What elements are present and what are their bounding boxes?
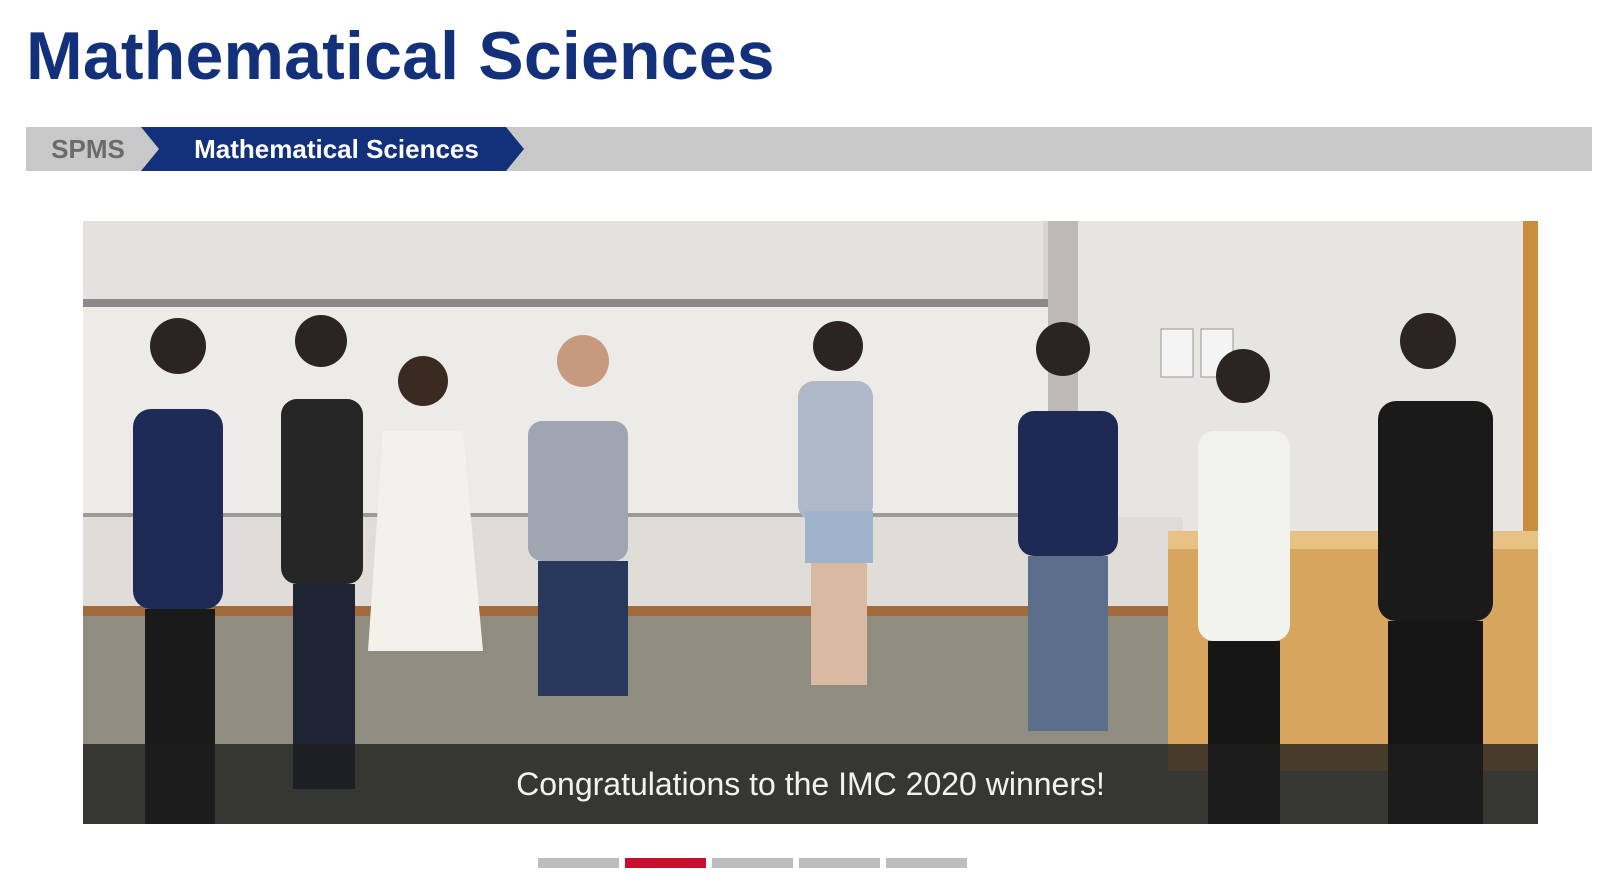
slider-dot-2[interactable] [625,858,706,868]
breadcrumb: SPMS Mathematical Sciences [26,127,1592,171]
slider-dot-4[interactable] [799,858,880,868]
page-title: Mathematical Sciences [26,18,775,94]
slide-photo [83,221,1538,824]
slide-caption-bar: Congratulations to the IMC 2020 winners! [83,744,1538,824]
slider-dot-1[interactable] [538,858,619,868]
slider-dot-3[interactable] [712,858,793,868]
image-slider[interactable]: Congratulations to the IMC 2020 winners! [83,221,1538,824]
slider-dot-5[interactable] [886,858,967,868]
slide-caption: Congratulations to the IMC 2020 winners! [516,765,1105,802]
breadcrumb-current-label: Mathematical Sciences [194,133,479,164]
breadcrumb-item-current[interactable]: Mathematical Sciences [141,127,524,171]
slider-pagination [538,858,967,868]
breadcrumb-item-spms[interactable]: SPMS [26,127,150,171]
